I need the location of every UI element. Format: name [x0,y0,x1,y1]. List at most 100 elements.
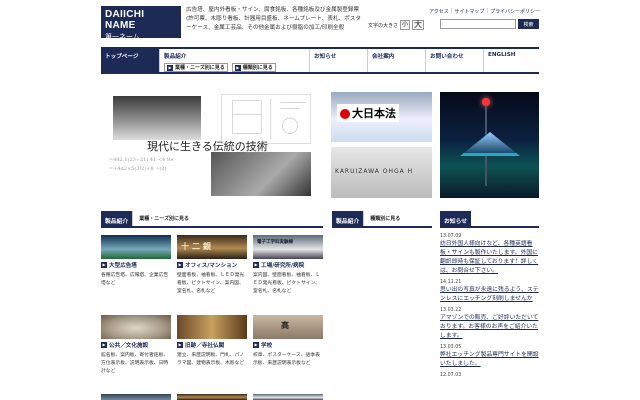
product-desc: 壁面看板、袖看板、ＬＥＤ発光看板、ピクトサイン、案内図、室名札、名札など [177,273,245,294]
news-date: 13.03.05 [440,345,462,350]
product-title-label: 公共／文化施設 [109,343,149,349]
nav-english[interactable]: ENGLISH [483,49,539,72]
product-card[interactable]: 十二銀 ▶ オフィス/マンション 壁面看板、袖看板、ＬＥＤ発光看板、ピクトサイン、… [177,235,247,296]
news-link[interactable]: 思い出の写真が永遠に残るよう、ステンレスにエッチング刻刷しませんか [440,286,539,304]
nav-products[interactable]: 製品紹介 ▶ 業種・ニーズ別に見る ▶ 種類別に見る [159,49,309,72]
product-sign-text: 十二銀 [181,242,214,251]
arrow-right-icon: ▶ [177,262,183,268]
nav-products-label: 製品紹介 [164,54,187,60]
product-sign-text: 電子工学科実験棟 [257,240,293,245]
product-image[interactable]: 十二銀 [177,235,247,259]
arrow-right-icon: ▶ [234,64,241,71]
products-industry-tab[interactable]: 業種・ニーズ別に見る [132,211,195,226]
product-desc: 館名板、案内板、寄付者銘板、方位表示板、説明表示板、日時計など [101,353,169,374]
product-image[interactable] [101,394,171,400]
nav-sub-type-label: 種類別に見る [242,65,273,71]
arrow-right-icon: ▶ [177,342,183,348]
news-list: 13.07.09 訪日外国人様向けなど、各種英語看板・サインも製作いたします。外… [440,233,539,382]
product-image[interactable] [253,394,323,400]
privacy-policy-link[interactable]: プライバシーポリシー [490,8,540,15]
arrow-right-icon: ▶ [253,342,259,348]
product-image[interactable] [177,394,247,400]
hero-plate-text: KARUIZAWA OHGA H [335,168,414,175]
news-item: 13.03.22 アマゾンでの販売、ご好評いただいております。お客様のお声をご紹… [440,307,539,341]
hero-formula: =442.1(23÷21) 41 <4 8× =+4d2×5(3/2)+8 ÷(… [109,156,174,174]
site-tagline: 広告塔、屋内外看板・サイン、腐食銘板、各種銘板及び金属製登録票(許可票、木彫り看… [186,7,361,31]
logo-jp: 第一ネーム [105,33,140,41]
logo-en: DAIICHI NAME [105,9,145,31]
product-title[interactable]: ▶ 公共／文化施設 [101,341,171,349]
product-title-label: 旧跡／寺社仏閣 [185,343,225,349]
product-image[interactable] [101,315,171,339]
nav-sub-industry[interactable]: ▶ 業種・ニーズ別に見る [164,63,228,72]
news-item: 13.07.09 訪日外国人様向けなど、各種英語看板・サインも製作いたします。外… [440,233,539,276]
nav-news-label: お知らせ [314,54,337,60]
arrow-right-icon: ▶ [167,64,173,71]
product-desc: 建立、来歴説明板、門札、パノラマ図、建物表示板、木彫など [177,353,245,366]
nav-company[interactable]: 会社案内 [367,49,425,72]
nav-news[interactable]: お知らせ [309,49,367,72]
news-link[interactable]: 訪日外国人様向けなど、各種英語看板・サインも製作いたします。外国に翻訳即時も保証… [440,240,539,276]
products-type-header: 製品紹介 種類別に見る [332,211,432,228]
product-card[interactable]: ▶ 大型広告塔 各種広告塔、広報塔、企業広告塔など [101,235,171,288]
product-image[interactable] [177,315,247,339]
nav-sub-industry-label: 業種・ニーズ別に見る [175,65,225,71]
nav-company-label: 会社案内 [372,54,395,60]
sitemap-link[interactable]: サイトマップ [454,8,484,15]
hero-photo-night-tower [440,92,539,198]
logo-mark-icon [340,109,350,119]
hero-banner: 現代に生きる伝統の技術 =442.1(23÷21) 41 <4 8× =+4d2… [101,92,323,196]
hero-formula-line: =442.1(23÷21) 41 <4 8× [109,157,175,163]
products-type-tab[interactable]: 種類別に見る [363,211,406,226]
product-card[interactable]: 電子工学科実験棟 ▶ 工場/研究所/病院 案内図、壁面看板、袖看板、ＬＥＤ発光看板… [253,235,323,296]
news-link[interactable]: 弊社エッチング製品専門サイトを開設いたしました。 [440,351,539,369]
product-title-label: 大型広告塔 [109,263,137,269]
products-industry-header: 製品紹介 業種・ニーズ別に見る [101,211,323,228]
product-title[interactable]: ▶ 大型広告塔 [101,261,171,269]
hero-caption: 現代に生きる伝統の技術 [147,140,268,153]
hero-photo-etching [113,96,201,140]
news-date: 13.03.22 [440,308,462,313]
nav-contact-label: お問い合わせ [430,54,464,60]
nav-top-label: トップページ [105,54,139,60]
news-item: 14.11.21 思い出の写真が永遠に残るよう、ステンレスにエッチング刻刷しませ… [440,279,539,304]
product-desc: 各種広告塔、広報塔、企業広告塔など [101,273,169,286]
font-large-button[interactable]: 大 [412,20,425,30]
hero-photo-sign: 大日本法 [331,92,432,142]
nav-sub-type[interactable]: ▶ 種類別に見る [231,63,276,72]
product-desc: 校章、ポスターケース、語季表示板、来歴説明表示板など [253,353,320,366]
product-sign-text: 高 [281,321,292,330]
top-links: アクセス | サイトマップ | プライバシーポリシー [429,8,540,15]
nav-contact[interactable]: お問い合わせ [425,49,483,72]
search-button[interactable]: 検索 [518,19,539,29]
product-image[interactable]: 電子工学科実験棟 [253,235,323,259]
nav-english-label: ENGLISH [488,52,516,58]
search-input[interactable] [440,19,516,29]
product-image[interactable] [101,235,171,259]
font-small-button[interactable]: 小 [400,20,411,30]
product-image[interactable]: 高 [253,315,323,339]
product-title-label: オフィス/マンション [185,263,238,269]
main-nav: トップページ 製品紹介 ▶ 業種・ニーズ別に見る ▶ 種類別に見る お知らせ 会社案… [101,47,539,74]
product-card[interactable]: ▶ 公共／文化施設 館名板、案内板、寄付者銘板、方位表示板、説明表示板、日時計など [101,315,171,376]
arrow-right-icon: ▶ [101,262,107,268]
hero-photo-craft [211,152,311,196]
product-title[interactable]: ▶ 学校 [253,341,323,349]
site-logo[interactable]: DAIICHI NAME 第一ネーム [101,6,181,41]
font-size-control: 文字の大きさ 小 大 [368,20,425,30]
access-link[interactable]: アクセス [429,8,449,15]
separator: | [486,8,489,14]
hero-technical-drawing [221,94,311,144]
nav-top[interactable]: トップページ [101,49,159,72]
product-card[interactable]: 高 ▶ 学校 校章、ポスターケース、語季表示板、来歴説明表示板など [253,315,323,368]
products-industry-title: 製品紹介 [101,211,133,226]
product-title[interactable]: ▶ 工場/研究所/病院 [253,261,323,269]
product-title[interactable]: ▶ オフィス/マンション [177,261,247,269]
hero-photo-plate: KARUIZAWA OHGA H [331,147,432,198]
products-type-title: 製品紹介 [332,211,364,226]
product-title[interactable]: ▶ 旧跡／寺社仏閣 [177,341,247,349]
product-card[interactable]: ▶ 旧跡／寺社仏閣 建立、来歴説明板、門札、パノラマ図、建物表示板、木彫など [177,315,247,368]
news-link[interactable]: アマゾンでの販売、ご好評いただいております。お客様のお声をご紹介いたします。 [440,314,539,341]
news-title: お知らせ [440,211,472,226]
news-date: 13.07.09 [440,234,462,239]
